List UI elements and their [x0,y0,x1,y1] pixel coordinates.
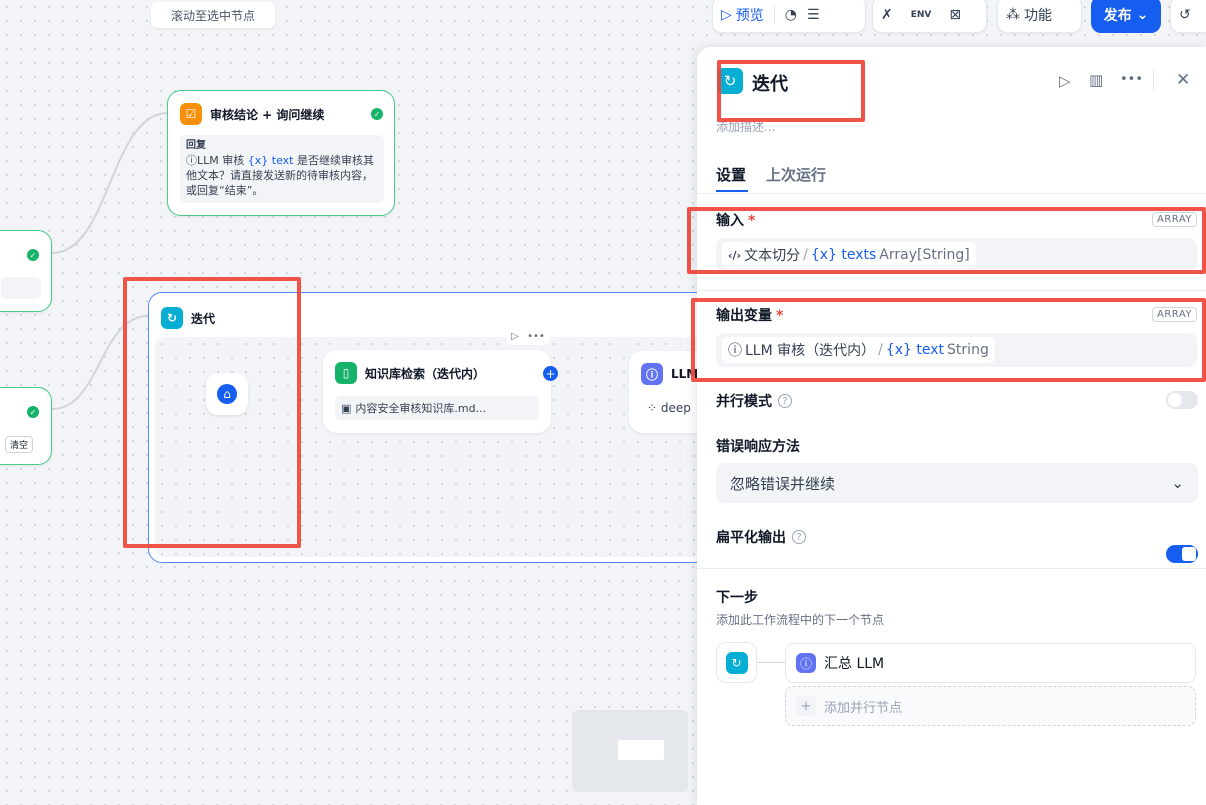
divider [697,290,1206,291]
output-label: 输出变量 * [716,308,784,324]
flatten-output-label: 扁平化输出? [716,527,806,547]
version-history-button[interactable]: ↺ [1170,0,1206,33]
features-button[interactable]: ⁂ 功能 [997,0,1082,33]
input-type-badge: ARRAY [1152,212,1198,227]
iteration-start-node[interactable]: ⌂ [206,373,248,415]
input-variable-chip: ‹/› 文本切分 / {x} texts Array[String] [722,242,976,268]
more-icon[interactable]: ••• [1120,72,1143,87]
toolbar-run-group: ▷ 预览 ◔ ☰ [712,0,866,33]
tab-last-run[interactable]: 上次运行 [766,164,826,185]
iteration-icon: ↻ [725,651,748,674]
home-icon: ⌂ [217,384,237,404]
features-label: ⁂ 功能 [1006,6,1052,24]
publish-button[interactable]: 发布 ⌄ [1091,0,1161,33]
parallel-mode-toggle[interactable] [1166,391,1198,409]
panel-title[interactable]: 迭代 [752,70,788,96]
minimap[interactable] [572,710,688,792]
preview-button[interactable]: ▷ 预览 [721,5,764,25]
run-icon[interactable]: ▷ [511,331,519,342]
node-hover-toolbar: ▷ ••• [507,327,549,345]
chevron-down-icon: ⌄ [1171,474,1184,492]
reply-preview: 回复 ⓘLLM 审核 {x} text 是否继续审核其他文本？请直接发送新的待审… [180,135,384,203]
plus-icon: + [796,696,816,716]
output-type-badge: ARRAY [1152,307,1198,322]
toolbar-vars-group: ✗ ENV ⊠ [872,0,987,33]
reply-label: 回复 [186,140,206,151]
divider [697,193,1206,194]
connector-line [757,662,785,663]
help-icon[interactable]: ? [792,530,806,544]
var-ref: {x} text [247,154,294,167]
node-title: 审核结论 + 询问继续 [210,107,325,122]
reply-body: ⓘLLM 审核 {x} text 是否继续审核其他文本？请直接发送新的待审核内容… [186,154,374,197]
partial-node-upper[interactable]: ✓ [0,230,52,312]
env-icon[interactable]: ENV [911,10,932,20]
add-parallel-node-button[interactable]: + 添加并行节点 [785,686,1196,726]
minimap-viewport [618,740,664,760]
error-handling-label: 错误响应方法 [716,439,800,455]
chevron-down-icon: ⌄ [1136,6,1149,23]
close-icon[interactable]: ✕ [1176,70,1190,90]
iteration-icon: ↻ [161,307,183,329]
error-handling-select[interactable]: 忽略错误并继续 ⌄ [716,463,1198,503]
success-check-icon: ✓ [371,108,383,120]
help-icon[interactable]: ? [778,394,792,408]
output-variable-chip: ⓘ LLM 审核（迭代内） / {x} text String [722,337,995,363]
review-conclusion-node[interactable]: ☑ 审核结论 + 询问继续 ✓ 回复 ⓘLLM 审核 {x} text 是否继续… [167,90,395,216]
code-icon: ‹/› [728,248,742,262]
flatten-output-toggle[interactable] [1166,545,1198,563]
knowledge-retrieval-node[interactable]: ▯ 知识库检索（迭代内） ▣ 内容安全审核知识库.md... [323,350,551,433]
input-label: 输入 * [716,213,756,229]
llm-icon: ⓘ [641,363,663,385]
next-step-title: 下一步 [716,590,758,606]
node-field [1,277,41,299]
output-variable-selector[interactable]: ⓘ LLM 审核（迭代内） / {x} text String [716,333,1197,367]
llm-ref: ⓘLLM 审核 [186,154,245,167]
iteration-icon: ↻ [717,68,743,94]
tab-active-indicator [716,190,748,192]
run-history-icon[interactable]: ◔ [785,7,797,23]
global-vars-icon[interactable]: ⊠ [949,7,961,23]
llm-icon: ⓘ [728,343,742,359]
description-input[interactable]: 添加描述... [716,118,775,135]
run-icon[interactable]: ▷ [1059,72,1071,90]
divider [697,568,1206,569]
next-step-desc: 添加此工作流程中的下一个节点 [716,613,885,627]
clear-chip[interactable]: 清空 [5,436,34,453]
conversation-vars-icon[interactable]: ✗ [881,7,893,23]
current-node-block: ↻ [716,642,757,683]
partial-node-lower[interactable]: ✓ 清空 [0,387,52,465]
knowledge-file: ▣ 内容安全审核知识库.md... [335,396,539,420]
node-title: 迭代 [191,311,216,326]
next-node-item[interactable]: ⓘ 汇总 LLM [785,643,1196,683]
history-icon: ↺ [1179,6,1191,23]
input-variable-selector[interactable]: ‹/› 文本切分 / {x} texts Array[String] [716,238,1197,272]
success-check-icon: ✓ [27,249,39,261]
add-node-plus-icon[interactable]: + [543,366,558,381]
checklist-icon[interactable]: ☰ [807,7,820,23]
llm-icon: ⓘ [796,653,816,673]
book-icon: ▯ [335,362,357,384]
answer-node-icon: ☑ [180,103,202,125]
file-icon: ▣ [341,401,352,415]
divider [1153,70,1154,90]
tab-settings[interactable]: 设置 [716,164,746,185]
node-title: LLM [671,367,699,381]
doc-icon[interactable]: ▥ [1089,71,1103,89]
model-name: ⁘ deep [647,401,691,415]
success-check-icon: ✓ [27,406,39,418]
more-icon[interactable]: ••• [527,331,545,342]
node-title: 知识库检索（迭代内） [365,366,486,381]
parallel-mode-label: 并行模式? [716,391,792,411]
